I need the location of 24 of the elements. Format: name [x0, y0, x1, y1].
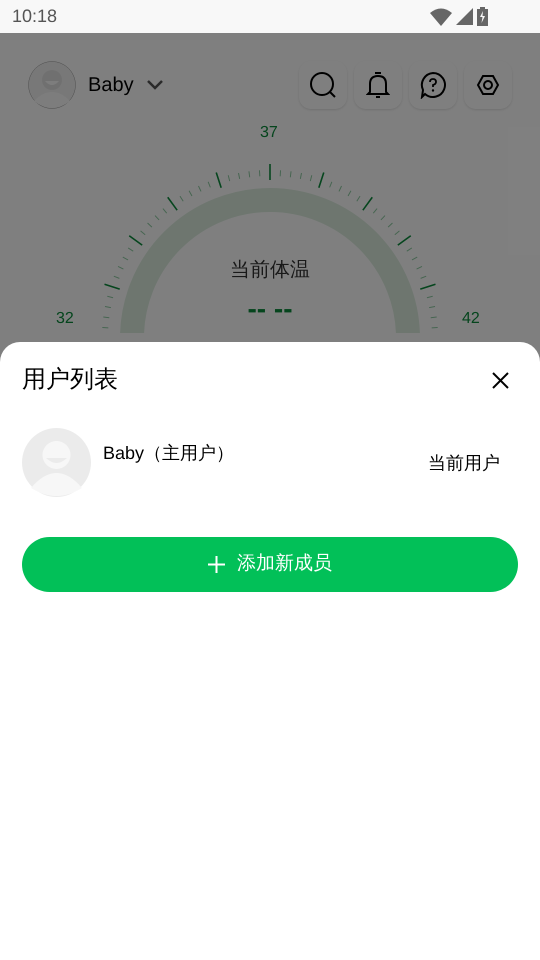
- scale-label: 32: [56, 309, 74, 329]
- user-name[interactable]: Baby（主用户）: [103, 440, 234, 467]
- settings-icon: [476, 74, 500, 96]
- battery-icon: [477, 7, 488, 26]
- scale-label: 42: [462, 309, 480, 329]
- search-icon: [309, 71, 337, 99]
- temperature-reading: -- --: [247, 293, 293, 325]
- notification-button[interactable]: [354, 61, 402, 109]
- search-button[interactable]: [299, 61, 347, 109]
- help-button[interactable]: [409, 61, 457, 109]
- gauge-title: 当前体温: [230, 258, 310, 283]
- sheet-title: 用户列表: [22, 365, 118, 395]
- plus-icon: [208, 556, 225, 573]
- settings-button[interactable]: [464, 61, 512, 109]
- bell-icon: [366, 71, 390, 99]
- signal-icon: [456, 8, 473, 25]
- current-user-label: 当前用户: [428, 452, 500, 475]
- user-name[interactable]: Baby: [88, 70, 134, 100]
- scale-label: 37: [260, 123, 278, 143]
- chevron-down-icon[interactable]: [146, 79, 164, 91]
- wifi-icon: [430, 8, 452, 26]
- help-icon: [419, 71, 447, 99]
- close-icon: [492, 372, 508, 388]
- status-time: 10:18: [12, 5, 58, 28]
